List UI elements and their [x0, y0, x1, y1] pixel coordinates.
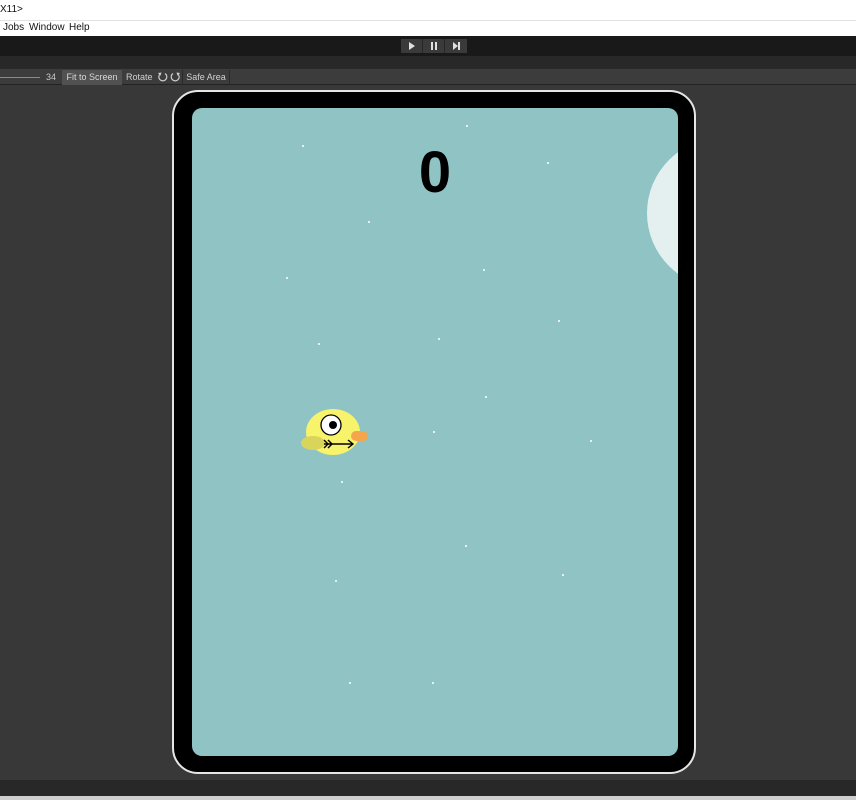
star	[335, 580, 337, 582]
window-bottom-edge	[0, 796, 856, 800]
panel-tab-strip	[0, 56, 856, 68]
play-controls	[401, 39, 467, 53]
pause-button[interactable]	[423, 39, 445, 53]
menu-item-jobs[interactable]: Jobs	[3, 22, 24, 33]
menu-item-window[interactable]: Window	[29, 22, 65, 33]
play-button[interactable]	[401, 39, 423, 53]
rotate-right-icon[interactable]	[170, 71, 181, 82]
star	[432, 682, 434, 684]
fit-to-screen-button[interactable]: Fit to Screen	[62, 70, 122, 85]
scale-value: 34	[46, 72, 57, 82]
window-title-bar: X11>	[0, 0, 856, 21]
star	[590, 440, 592, 442]
star	[368, 221, 370, 223]
safe-area-toggle[interactable]: Safe Area	[182, 70, 230, 85]
star	[558, 320, 560, 322]
star	[466, 125, 468, 127]
window-title: X11>	[0, 4, 23, 15]
bird-wing	[301, 436, 325, 450]
bird-pupil	[329, 421, 337, 429]
scale-slider[interactable]	[0, 77, 40, 78]
star	[483, 269, 485, 271]
play-icon	[408, 42, 415, 50]
star	[433, 431, 435, 433]
menu-item-help[interactable]: Help	[69, 22, 90, 33]
main-toolbar	[0, 36, 856, 56]
star	[318, 343, 320, 345]
menu-bar: Jobs Window Help	[0, 21, 856, 36]
bird-player	[301, 409, 368, 455]
star	[485, 396, 487, 398]
rotate-left-icon[interactable]	[157, 71, 168, 82]
star	[438, 338, 440, 340]
star	[465, 545, 467, 547]
score-display: 0	[418, 140, 452, 205]
pause-icon	[430, 42, 437, 50]
bird-beak	[351, 431, 368, 441]
step-icon	[452, 42, 460, 50]
step-button[interactable]	[445, 39, 467, 53]
rotate-label: Rotate	[126, 72, 153, 82]
game-screen[interactable]: 0	[192, 108, 678, 756]
star	[286, 277, 288, 279]
star	[349, 682, 351, 684]
status-bar	[0, 780, 856, 796]
star	[341, 481, 343, 483]
game-view-toolbar: 34 Fit to Screen Rotate Safe Area	[0, 68, 856, 85]
star	[562, 574, 564, 576]
